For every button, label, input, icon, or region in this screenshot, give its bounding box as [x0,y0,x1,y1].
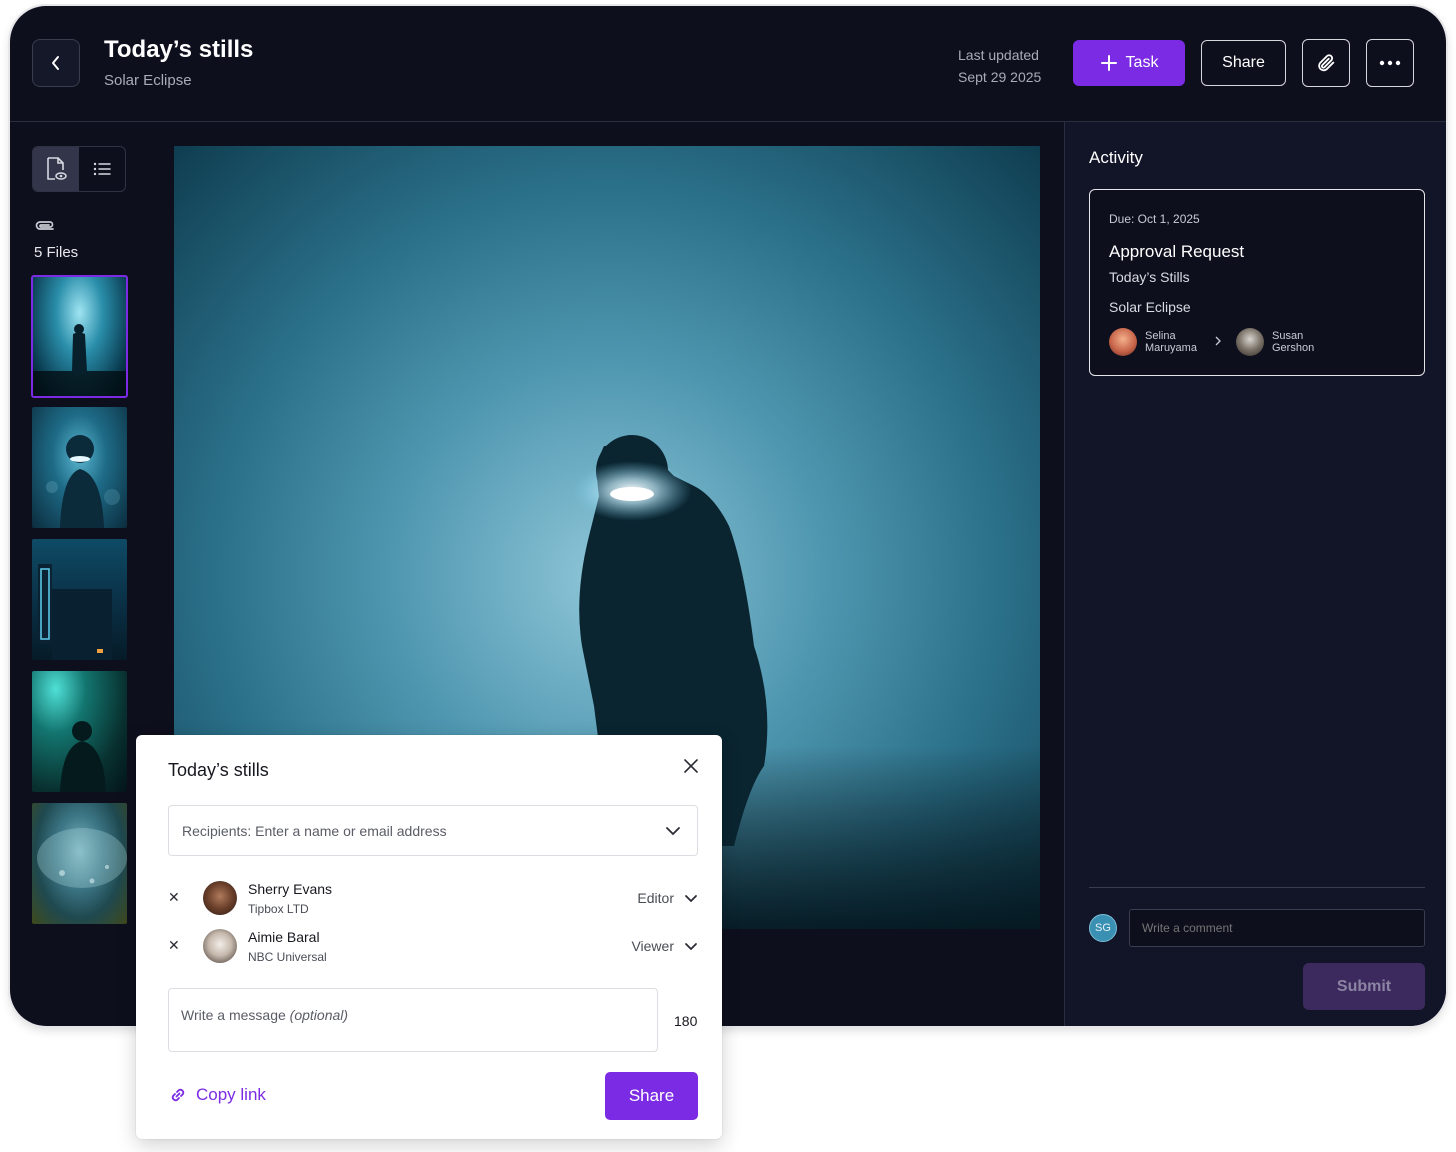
role-label: Viewer [631,938,674,954]
paperclip-icon [1318,54,1335,72]
requester-last-name: Maruyama [1145,342,1197,354]
request-item: Today’s Stills [1109,269,1190,285]
recipient-name: Sherry Evans [248,881,333,897]
dialog-title: Today’s stills [168,760,269,780]
add-task-label: Task [1125,54,1159,71]
approver-last-name: Gershon [1272,342,1315,354]
activity-title: Activity [1089,148,1143,167]
message-input[interactable]: Write a message (optional) [168,988,658,1052]
approval-request-card[interactable]: Due: Oct 1, 2025 Approval Request Today’… [1089,189,1425,376]
avatar [203,929,237,963]
role-label: Editor [637,890,674,906]
list-icon [93,162,111,176]
more-options-button[interactable] [1366,39,1414,87]
requester-name: Selina Maruyama [1145,330,1197,354]
requester: Selina Maruyama [1109,328,1197,356]
approver-first-name: Susan [1272,330,1304,342]
character-counter: 180 [674,1013,698,1029]
page-subtitle: Solar Eclipse [104,72,192,89]
recipients-input[interactable]: Recipients: Enter a name or email addres… [168,805,698,856]
copy-link-label: Copy link [196,1085,266,1104]
divider [1089,887,1425,888]
comment-input[interactable] [1129,909,1425,947]
file-thumbnail[interactable] [31,275,128,398]
file-preview-icon [47,157,67,180]
role-select[interactable]: Viewer [631,938,698,954]
list-view-button[interactable] [79,147,125,191]
preview-view-button[interactable] [33,147,79,191]
more-horizontal-icon [1379,60,1401,66]
message-optional-hint: (optional) [289,1007,349,1023]
copy-link-button[interactable]: Copy link [168,1085,266,1105]
avatar [203,881,237,915]
chevron-down-icon [685,942,697,950]
share-button[interactable]: Share [1201,40,1286,86]
recipient-org: Tipbox LTD [248,902,309,916]
user-avatar: SG [1089,914,1117,942]
remove-recipient-button[interactable]: ✕ [168,889,180,906]
plus-icon [1100,55,1117,71]
message-placeholder: Write a message [181,1007,286,1023]
chevron-left-icon [52,56,59,70]
paperclip-icon [35,221,54,230]
link-icon [171,1088,185,1102]
thumbnail-image [38,564,112,660]
header: Today’s stills Solar Eclipse Last update… [10,6,1446,122]
attach-button[interactable] [1302,39,1350,87]
chevron-down-icon[interactable] [665,826,681,836]
file-thumbnail[interactable] [32,803,127,924]
requester-first-name: Selina [1145,330,1176,342]
recipient-row: ✕ Aimie Baral NBC Universal Viewer [168,929,698,969]
close-icon[interactable] [682,757,700,775]
recipients-placeholder: Recipients: Enter a name or email addres… [182,823,447,839]
last-updated: Last updated Sept 29 2025 [958,44,1041,88]
thumbnail-image [60,721,106,792]
chevron-right-icon [1215,336,1221,346]
submit-button[interactable]: Submit [1303,963,1425,1010]
share-dialog: Today’s stills Recipients: Enter a name … [136,735,722,1139]
recipient-name: Aimie Baral [248,929,320,945]
approver-name: Susan Gershon [1272,330,1314,354]
due-date: Due: Oct 1, 2025 [1109,212,1200,226]
role-select[interactable]: Editor [637,890,698,906]
thumbnail-image [32,324,127,397]
last-updated-date: Sept 29 2025 [958,69,1042,85]
recipient-row: ✕ Sherry Evans Tipbox LTD Editor [168,881,698,921]
file-thumbnail[interactable] [32,539,127,660]
recipient-org: NBC Universal [248,950,327,964]
share-submit-button[interactable]: Share [605,1072,698,1120]
view-mode-toggle [32,146,126,192]
avatar [1236,328,1264,356]
request-project: Solar Eclipse [1109,299,1191,315]
page-title: Today’s stills [104,36,254,63]
files-count: 5 Files [34,244,79,261]
file-thumbnail[interactable] [32,407,127,528]
activity-panel: Activity Due: Oct 1, 2025 Approval Reque… [1064,122,1446,1026]
thumbnail-image [37,828,127,888]
chevron-down-icon [685,894,697,902]
back-button[interactable] [32,39,80,87]
approver: Susan Gershon [1236,328,1314,356]
request-title: Approval Request [1109,242,1245,261]
file-thumbnail[interactable] [32,671,127,792]
remove-recipient-button[interactable]: ✕ [168,937,180,954]
last-updated-label: Last updated [958,47,1039,63]
avatar [1109,328,1137,356]
add-task-button[interactable]: Task [1073,40,1185,86]
thumbnail-image [46,435,120,528]
